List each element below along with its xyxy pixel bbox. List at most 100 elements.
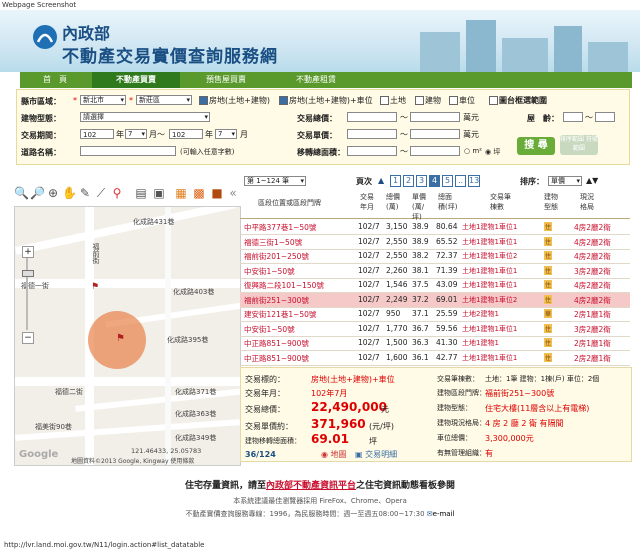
table-cell: 1,546: [386, 280, 408, 289]
prev-page-icon[interactable]: ▲: [378, 176, 384, 185]
map-link-icon[interactable]: ◉ 地圖: [321, 449, 347, 460]
column-header[interactable]: 交易年月: [360, 192, 380, 212]
sort-select[interactable]: 單價: [548, 176, 582, 186]
transaction-link-icon[interactable]: ▣ 交易明細: [355, 449, 397, 460]
table-cell: 住: [544, 236, 553, 246]
email-link[interactable]: e-mail: [433, 510, 455, 518]
county-select[interactable]: 新北市: [80, 95, 126, 105]
zoom-area-icon[interactable]: ⊕: [46, 186, 60, 200]
building-type-select[interactable]: 請選擇: [80, 112, 210, 122]
clear-button[interactable]: 排序範圍 符號範圍: [560, 135, 598, 155]
polygon-icon[interactable]: ⟋: [94, 186, 108, 200]
table-row[interactable]: 建安街121巷1~50號 102/7 950 37.1 25.59 土地2建物1 華 2房1廳…: [240, 307, 630, 322]
table-cell: 華: [544, 309, 553, 318]
area-unit-m2-radio[interactable]: ○ m²: [464, 147, 482, 155]
hotline-text: 不動產實價查詢服務專線：1996，為民服務時間：週一至週五08:00~17:30: [185, 510, 425, 518]
layers-icon[interactable]: ▣: [152, 186, 166, 200]
age-min[interactable]: [563, 112, 583, 122]
area-max[interactable]: [410, 146, 460, 156]
table-row[interactable]: 中安街1~50號 102/7 2,260 38.1 71.39 土地1建物1車位1 住 3房2…: [240, 264, 630, 279]
road-input[interactable]: [80, 146, 176, 156]
type-checkbox-house[interactable]: [199, 96, 208, 105]
table-cell: 25.59: [436, 309, 458, 318]
column-header[interactable]: 建物型態: [544, 192, 564, 212]
type-checkbox-parking[interactable]: [449, 96, 458, 105]
total-price-max[interactable]: [410, 112, 460, 122]
area-min[interactable]: [347, 146, 397, 156]
location-icon[interactable]: ⚲: [110, 186, 124, 200]
column-header[interactable]: 區段位置或區段門牌: [258, 198, 321, 208]
zoom-in-icon[interactable]: 🔍: [14, 186, 29, 200]
footer-suffix: 之住宅資訊動態看板參閱: [356, 481, 456, 491]
table-row[interactable]: 中安街1~50號 102/7 1,770 36.7 59.56 土地1建物1車位1 住 3房2…: [240, 322, 630, 337]
page-link[interactable]: 1: [390, 175, 401, 187]
type-checkbox-land[interactable]: [380, 96, 389, 105]
type-checkbox-building[interactable]: [415, 96, 424, 105]
page-link[interactable]: 13: [468, 175, 481, 187]
window-caption: Webpage Screenshot: [2, 1, 77, 9]
area-unit-ping-radio[interactable]: ◉ 坪: [485, 147, 500, 157]
print-icon[interactable]: ▤: [134, 186, 148, 200]
map-zoom-out-button[interactable]: −: [22, 332, 34, 344]
grid-icon[interactable]: ▦: [174, 186, 188, 200]
table-row[interactable]: 中正路851~900號 102/7 1,500 36.3 41.30 土地1建物1 住 2房1…: [240, 336, 630, 351]
tab-presale[interactable]: 預售屋買賣: [182, 72, 270, 88]
period-from-year[interactable]: 102: [80, 129, 114, 139]
total-price-label: 交易總價：: [297, 114, 337, 123]
total-price-unit: 萬元: [463, 113, 479, 122]
pan-hand-icon[interactable]: ✋: [62, 186, 77, 200]
period-from-month[interactable]: 7: [125, 129, 147, 139]
page-link[interactable]: 3: [416, 175, 427, 187]
tab-rental[interactable]: 不動產租賃: [272, 72, 360, 88]
map-view[interactable]: ⚑ ⚑ 化成路431巷 化成路403巷 化成路395巷 化成路371巷 化成路3…: [14, 206, 241, 466]
table-row[interactable]: 中正路851~900號 102/7 1,600 36.1 42.77 土地1建物1車位1 住…: [240, 351, 630, 366]
district-select[interactable]: 新莊區: [136, 95, 192, 105]
collapse-arrow-icon[interactable]: «: [226, 186, 240, 200]
column-header[interactable]: 現況格局: [580, 192, 600, 212]
table-row[interactable]: 中平路377巷1~50號 102/7 3,150 38.9 80.64 土地1建物1車位1…: [240, 220, 630, 235]
tab-real-estate-sales[interactable]: 不動產買賣: [92, 72, 180, 88]
transaction-link: 交易明細: [365, 450, 398, 459]
table-cell: 102/7: [358, 251, 380, 260]
period-to-year[interactable]: 102: [169, 129, 203, 139]
map-marker-icon[interactable]: ⚑: [116, 333, 125, 344]
table-cell: 中正路851~900號: [244, 353, 309, 363]
column-header[interactable]: 交易筆棟數: [490, 192, 514, 212]
table-row[interactable]: 復興路二段101~150號 102/7 1,546 37.5 43.09 土地1建物1車位…: [240, 278, 630, 293]
table-cell: 69.01: [436, 294, 458, 304]
tab-home[interactable]: 首 頁: [20, 72, 90, 88]
info-icon[interactable]: ■: [210, 186, 224, 200]
page-size-select[interactable]: 第 1~124 筆: [244, 176, 306, 186]
search-button[interactable]: 搜 尋: [517, 137, 555, 155]
total-price-min[interactable]: [347, 112, 397, 122]
period-to-month[interactable]: 7: [215, 129, 237, 139]
page-link[interactable]: 4: [429, 175, 440, 187]
page-link[interactable]: ..: [455, 175, 466, 187]
map-range-checkbox[interactable]: [489, 96, 498, 105]
road-hint: (可輸入任意字數): [180, 148, 235, 156]
detail-unit: 371,960: [311, 417, 366, 431]
zoom-out-icon[interactable]: 🔎: [30, 186, 45, 200]
detail-total-label: 交易總價：: [245, 405, 285, 414]
unit-price-min[interactable]: [347, 129, 397, 139]
chart-icon[interactable]: ▩: [192, 186, 206, 200]
unit-price-max[interactable]: [410, 129, 460, 139]
sort-toggle-icon[interactable]: ▲▼: [586, 176, 598, 185]
measure-icon[interactable]: ✎: [78, 186, 92, 200]
age-max[interactable]: [595, 112, 615, 122]
column-header[interactable]: 總價(萬): [386, 192, 406, 212]
page-link[interactable]: 5: [442, 175, 453, 187]
column-header[interactable]: 單價(萬/坪): [412, 192, 432, 222]
column-header[interactable]: 總面積(坪): [438, 192, 458, 212]
table-row[interactable]: 福德三街1~50號 102/7 2,550 38.9 65.52 土地1建物1車位1 住 4房…: [240, 235, 630, 250]
table-row[interactable]: 福前街251~300號 102/7 2,249 37.2 69.01 土地1建物1車位2 住…: [240, 292, 630, 308]
info-platform-link[interactable]: 內政部不動產資訊平台: [266, 481, 356, 491]
type-label-parking: 車位: [459, 96, 475, 105]
table-cell: 住: [544, 222, 553, 231]
map-zoom-in-button[interactable]: +: [22, 246, 34, 258]
map-marker-icon[interactable]: ⚑: [91, 282, 99, 292]
map-zoom-slider[interactable]: [22, 270, 34, 277]
table-row[interactable]: 福前街201~250號 102/7 2,550 38.2 72.37 土地1建物1車位2 住…: [240, 249, 630, 264]
page-link[interactable]: 2: [403, 175, 414, 187]
type-checkbox-house-parking[interactable]: [279, 96, 288, 105]
